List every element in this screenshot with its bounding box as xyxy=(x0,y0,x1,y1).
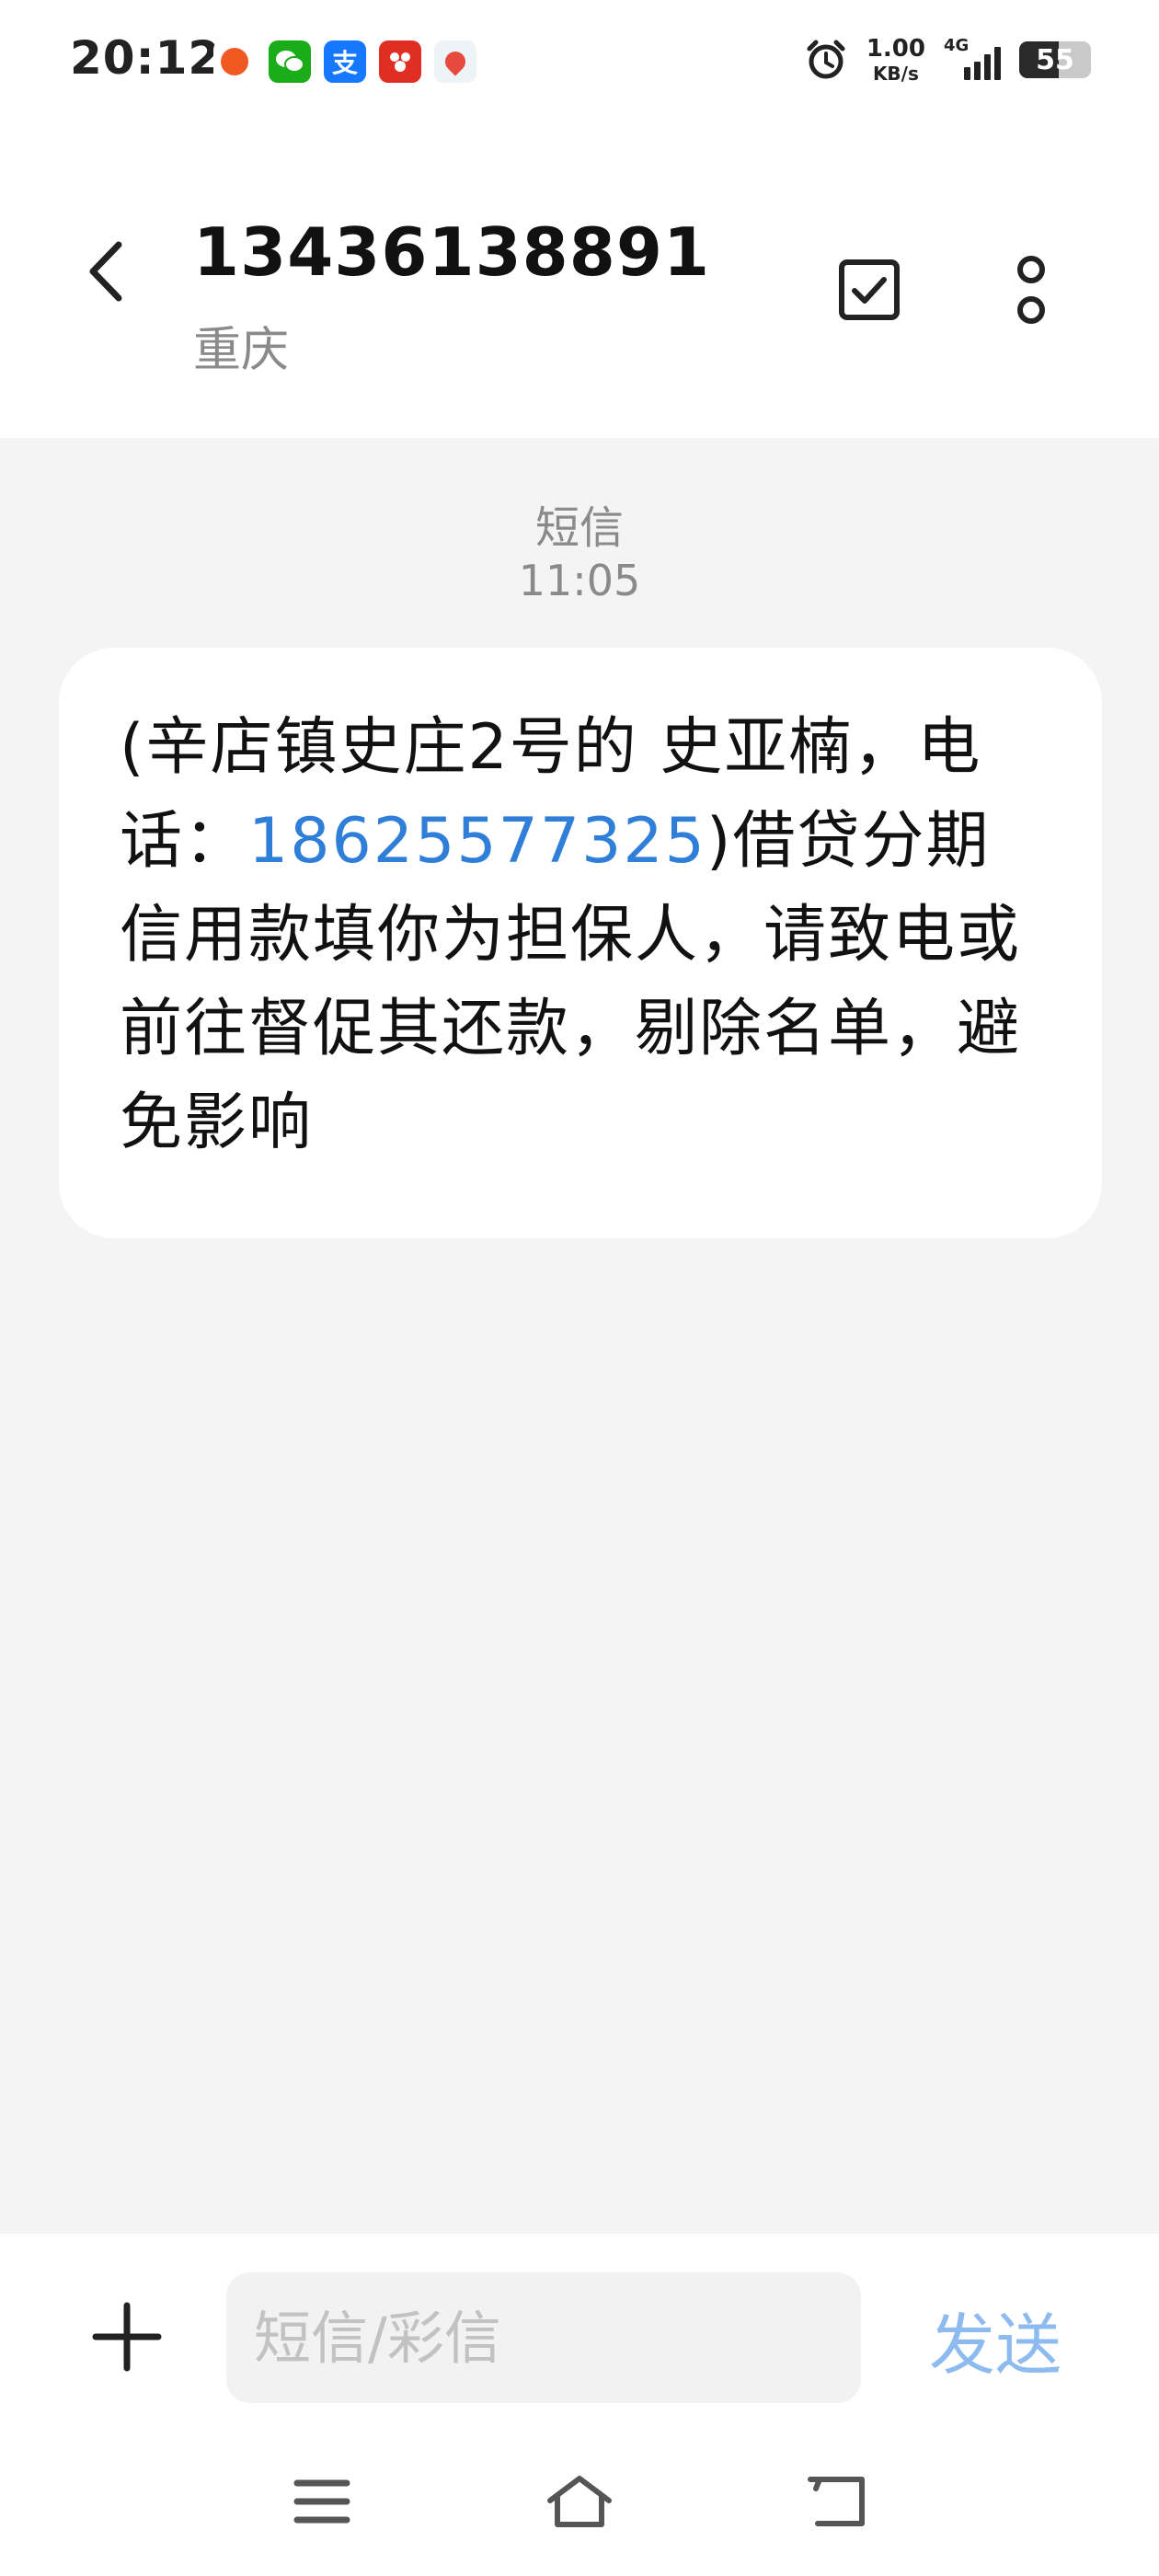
system-navigation-bar xyxy=(0,2432,1159,2576)
notification-icons: 支 xyxy=(213,40,476,83)
message-text: (辛店镇史庄2号的 史亚楠，电话：18625577325)借贷分期信用款填你为担… xyxy=(120,701,1041,1170)
signal-icon: 4G xyxy=(944,36,1001,80)
menu-icon xyxy=(293,2479,350,2524)
recent-apps-button[interactable] xyxy=(276,2460,368,2543)
more-vertical-icon xyxy=(1017,256,1045,324)
message-list[interactable]: 短信 11:05 (辛店镇史庄2号的 史亚楠，电话：18625577325)借贷… xyxy=(0,438,1159,2234)
contact-number: 13436138891 xyxy=(193,213,711,291)
wechat-icon xyxy=(269,40,311,83)
message-timestamp: 11:05 xyxy=(518,556,641,605)
conversation-header: 13436138891 重庆 xyxy=(0,129,1159,438)
alarm-icon xyxy=(804,38,848,82)
checkbox-icon xyxy=(839,259,900,320)
plus-icon xyxy=(92,2302,162,2372)
back-button[interactable] xyxy=(64,230,147,313)
select-messages-button[interactable] xyxy=(828,248,911,331)
map-icon xyxy=(434,40,476,83)
orange-app-icon xyxy=(213,40,256,83)
system-back-button[interactable] xyxy=(791,2460,883,2543)
phone-number-link[interactable]: 18625577325 xyxy=(248,805,706,878)
network-speed: 1.00 KB/s xyxy=(866,37,925,83)
message-type-label: 短信 xyxy=(534,502,624,554)
network-speed-unit: KB/s xyxy=(872,63,919,85)
status-indicators: 1.00 KB/s 4G 55 xyxy=(804,36,1091,83)
message-bubble[interactable]: (辛店镇史庄2号的 史亚楠，电话：18625577325)借贷分期信用款填你为担… xyxy=(59,648,1102,1238)
status-bar: 20:12 支 1.00 KB/s 4G 55 xyxy=(0,0,1159,129)
send-button[interactable]: 发送 xyxy=(929,2291,1061,2387)
home-button[interactable] xyxy=(534,2460,625,2543)
network-speed-value: 1.00 xyxy=(866,35,925,63)
message-input[interactable] xyxy=(226,2272,861,2403)
status-time: 20:12 xyxy=(70,31,222,85)
back-arrow-icon xyxy=(89,241,122,302)
home-icon xyxy=(547,2476,612,2527)
back-nav-icon xyxy=(808,2477,865,2526)
more-options-button[interactable] xyxy=(990,248,1073,331)
battery-icon: 55 xyxy=(1019,41,1091,78)
contact-location: 重庆 xyxy=(193,323,290,378)
add-attachment-button[interactable] xyxy=(81,2291,173,2383)
compose-bar: 发送 xyxy=(0,2234,1159,2432)
alipay-icon: 支 xyxy=(324,40,366,83)
battery-level: 55 xyxy=(1036,43,1074,76)
pinduoduo-icon xyxy=(379,40,421,83)
network-type: 4G xyxy=(944,36,970,55)
